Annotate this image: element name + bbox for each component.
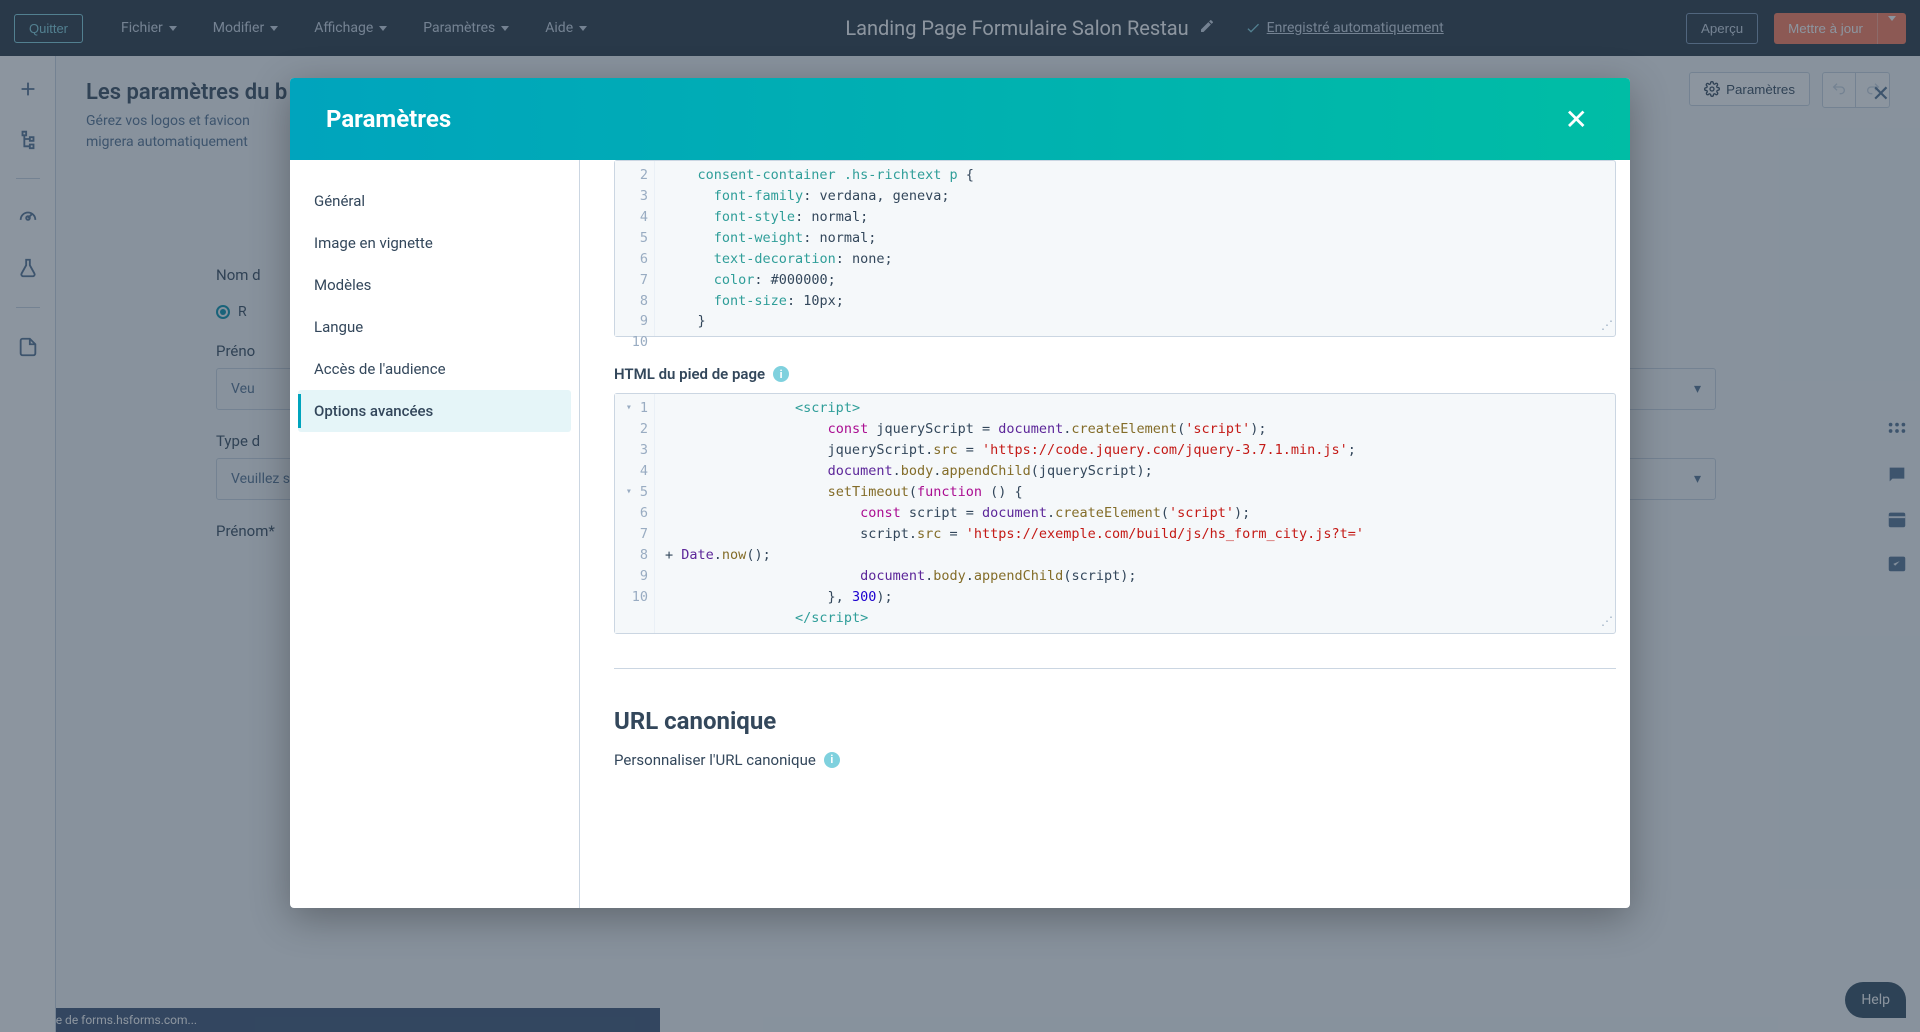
modal-scrim[interactable]: Paramètres ✕ Général Image en vignette M…	[0, 0, 1920, 1032]
modal-header: Paramètres ✕	[290, 78, 1630, 160]
code-content[interactable]: <script> const jqueryScript = document.c…	[615, 394, 1615, 632]
settings-modal: Paramètres ✕ Général Image en vignette M…	[290, 78, 1630, 908]
divider	[614, 668, 1616, 669]
canonical-url-label-text: Personnaliser l'URL canonique	[614, 751, 816, 769]
modal-scroll[interactable]: 2345678910 consent-container .hs-richtex…	[614, 160, 1616, 908]
modal-nav-language[interactable]: Langue	[298, 306, 571, 348]
canonical-url-label: Personnaliser l'URL canonique i	[614, 751, 1616, 769]
code-gutter: 1▾2345▾678910	[615, 394, 655, 632]
resize-handle-icon[interactable]: ⋰	[1601, 316, 1611, 335]
modal-nav-thumbnail[interactable]: Image en vignette	[298, 222, 571, 264]
modal-close-button[interactable]: ✕	[1559, 102, 1594, 137]
code-gutter: 2345678910	[615, 161, 655, 336]
modal-nav-templates[interactable]: Modèles	[298, 264, 571, 306]
canonical-url-heading: URL canonique	[614, 707, 1616, 735]
footer-html-code-editor[interactable]: 1▾2345▾678910 <script> const jqueryScrip…	[614, 393, 1616, 633]
code-content[interactable]: consent-container .hs-richtext p { font-…	[615, 161, 1615, 336]
modal-content: 2345678910 consent-container .hs-richtex…	[580, 160, 1630, 908]
resize-handle-icon[interactable]: ⋰	[1601, 612, 1611, 631]
modal-nav: Général Image en vignette Modèles Langue…	[290, 160, 580, 908]
modal-nav-advanced[interactable]: Options avancées	[298, 390, 571, 432]
modal-nav-audience[interactable]: Accès de l'audience	[298, 348, 571, 390]
modal-nav-general[interactable]: Général	[298, 180, 571, 222]
modal-body: Général Image en vignette Modèles Langue…	[290, 160, 1630, 908]
footer-html-label-text: HTML du pied de page	[614, 365, 765, 383]
info-icon[interactable]: i	[824, 752, 840, 768]
info-icon[interactable]: i	[773, 366, 789, 382]
modal-title: Paramètres	[326, 105, 451, 133]
head-html-code-editor[interactable]: 2345678910 consent-container .hs-richtex…	[614, 160, 1616, 337]
footer-html-label: HTML du pied de page i	[614, 365, 1616, 383]
